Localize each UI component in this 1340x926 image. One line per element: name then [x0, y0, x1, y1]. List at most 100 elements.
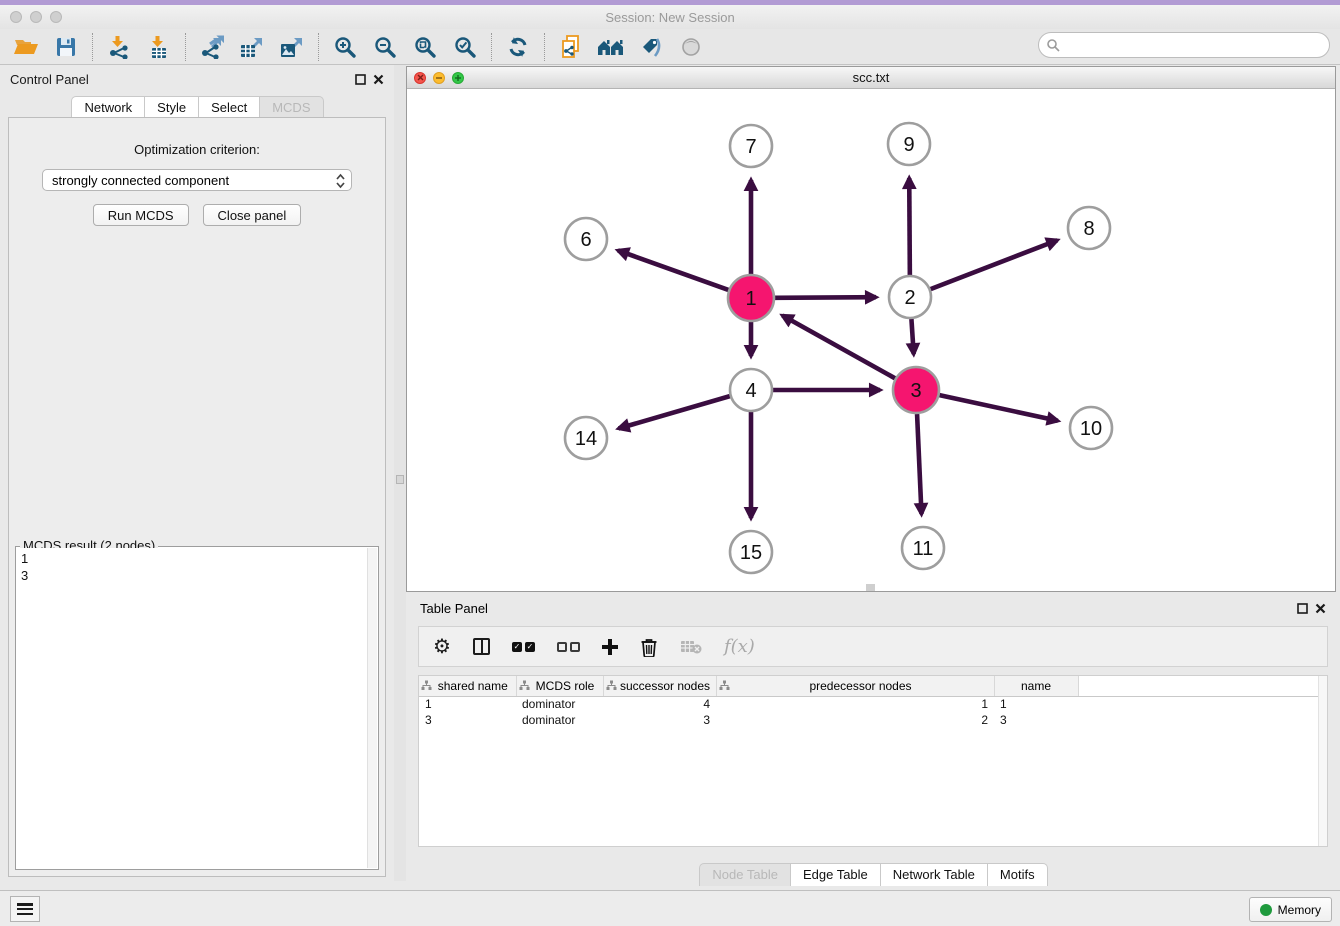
- network-canvas[interactable]: 1 2 3 4 6 7 8 9 10 11 14 15: [407, 89, 1335, 591]
- export-image-icon: [279, 35, 305, 59]
- memory-status-dot: [1260, 904, 1272, 916]
- graph-node-3[interactable]: 3: [893, 367, 939, 413]
- result-scrollbar[interactable]: [367, 548, 377, 868]
- close-table-panel-icon[interactable]: [1315, 603, 1326, 614]
- table-row[interactable]: 3dominator323: [419, 712, 1327, 728]
- graph-node-10[interactable]: 10: [1070, 407, 1112, 449]
- gear-icon[interactable]: ⚙: [433, 637, 451, 657]
- table-scrollbar[interactable]: [1318, 676, 1327, 846]
- graph-node-4[interactable]: 4: [730, 369, 772, 411]
- column-header-successor-nodes[interactable]: successor nodes: [603, 676, 716, 696]
- svg-text:15: 15: [740, 542, 762, 564]
- graph-node-1[interactable]: 1: [728, 275, 774, 321]
- graph-node-7[interactable]: 7: [730, 125, 772, 167]
- add-icon[interactable]: [602, 639, 618, 655]
- splitter-handle[interactable]: [396, 475, 404, 484]
- run-mcds-button[interactable]: Run MCDS: [93, 204, 189, 226]
- zoom-out-button[interactable]: [365, 31, 405, 63]
- network-view-window: scc.txt 1 2 3 4 6 7 8 9 10 11 14 15: [406, 66, 1336, 592]
- show-hide-details-button[interactable]: [671, 31, 711, 63]
- zoom-in-button[interactable]: [325, 31, 365, 63]
- column-header-shared-name[interactable]: shared name: [419, 676, 516, 696]
- close-panel-icon[interactable]: [373, 74, 384, 85]
- table-cell[interactable]: 4: [603, 696, 716, 712]
- table-cell[interactable]: 1: [994, 696, 1078, 712]
- graph-edge-2-9[interactable]: [909, 178, 910, 275]
- graph-node-9[interactable]: 9: [888, 123, 930, 165]
- table-cell[interactable]: 3: [603, 712, 716, 728]
- memory-label: Memory: [1278, 903, 1321, 917]
- float-panel-icon[interactable]: [355, 74, 366, 85]
- first-neighbors-button[interactable]: [591, 31, 631, 63]
- apply-layout-button[interactable]: [498, 31, 538, 63]
- table-cell[interactable]: 1: [419, 696, 516, 712]
- tab-mcds[interactable]: MCDS: [259, 96, 323, 119]
- export-image-button[interactable]: [272, 31, 312, 63]
- import-network-button[interactable]: [99, 31, 139, 63]
- graph-edge-2-8[interactable]: [931, 240, 1058, 289]
- graph-edge-2-3[interactable]: [911, 319, 913, 354]
- table-panel-header: Table Panel: [406, 595, 1340, 622]
- graph-node-11[interactable]: 11: [902, 527, 944, 569]
- network-resize-handle[interactable]: [866, 584, 875, 591]
- close-panel-button[interactable]: Close panel: [203, 204, 302, 226]
- table-cell[interactable]: 3: [419, 712, 516, 728]
- graph-node-2[interactable]: 2: [889, 276, 931, 318]
- status-bar: Memory: [0, 890, 1340, 926]
- graph-edge-3-1[interactable]: [782, 316, 895, 379]
- column-header-predecessor-nodes[interactable]: predecessor nodes: [716, 676, 994, 696]
- table-header-row: shared nameMCDS rolesuccessor nodesprede…: [419, 676, 1327, 696]
- table-panel: Table Panel ⚙ ✓✓: [406, 595, 1340, 890]
- graph-edge-4-14[interactable]: [619, 396, 730, 428]
- table-cell[interactable]: dominator: [516, 712, 603, 728]
- network-window-title: scc.txt: [407, 70, 1335, 85]
- graph-node-8[interactable]: 8: [1068, 207, 1110, 249]
- tab-network-table[interactable]: Network Table: [880, 863, 988, 886]
- task-history-button[interactable]: [10, 896, 40, 922]
- hide-graphics-button[interactable]: [631, 31, 671, 63]
- tab-style[interactable]: Style: [144, 96, 199, 119]
- table-cell[interactable]: 2: [716, 712, 994, 728]
- memory-button[interactable]: Memory: [1249, 897, 1332, 922]
- table-cell[interactable]: 1: [716, 696, 994, 712]
- export-network-button[interactable]: [192, 31, 232, 63]
- graph-node-15[interactable]: 15: [730, 531, 772, 573]
- table-cell[interactable]: dominator: [516, 696, 603, 712]
- graph-node-6[interactable]: 6: [565, 218, 607, 260]
- tab-network[interactable]: Network: [71, 96, 145, 119]
- graph-edge-3-11[interactable]: [917, 414, 921, 514]
- optimization-criterion-dropdown[interactable]: strongly connected component: [42, 169, 352, 191]
- column-header-MCDS-role[interactable]: MCDS role: [516, 676, 603, 696]
- tab-select[interactable]: Select: [198, 96, 260, 119]
- columns-icon[interactable]: [473, 638, 490, 655]
- graph-edge-3-10[interactable]: [939, 395, 1057, 421]
- zoom-fit-button[interactable]: [405, 31, 445, 63]
- dropdown-value: strongly connected component: [52, 173, 229, 188]
- tab-node-table[interactable]: Node Table: [699, 863, 791, 886]
- graph-edge-1-6[interactable]: [618, 250, 728, 289]
- search-input[interactable]: [1038, 32, 1330, 58]
- graph-edge-1-2[interactable]: [775, 297, 876, 298]
- vertical-splitter[interactable]: [394, 65, 406, 881]
- open-session-button[interactable]: [6, 31, 46, 63]
- tab-edge-table[interactable]: Edge Table: [790, 863, 881, 886]
- graph-node-14[interactable]: 14: [565, 417, 607, 459]
- copy-network-icon: [558, 34, 584, 60]
- delete-table-icon[interactable]: [680, 639, 702, 655]
- trash-icon[interactable]: [640, 637, 658, 657]
- table-row[interactable]: 1dominator411: [419, 696, 1327, 712]
- tab-motifs[interactable]: Motifs: [987, 863, 1048, 886]
- network-window-titlebar: scc.txt: [407, 67, 1335, 89]
- select-all-icon[interactable]: ✓✓: [512, 642, 535, 652]
- layout-refresh-icon: [506, 35, 530, 59]
- export-table-button[interactable]: [232, 31, 272, 63]
- copy-network-button[interactable]: [551, 31, 591, 63]
- table-cell[interactable]: 3: [994, 712, 1078, 728]
- float-table-panel-icon[interactable]: [1297, 603, 1308, 614]
- column-header-name[interactable]: name: [994, 676, 1078, 696]
- zoom-selected-button[interactable]: [445, 31, 485, 63]
- import-table-button[interactable]: [139, 31, 179, 63]
- deselect-all-icon[interactable]: [557, 642, 580, 652]
- mcds-result-text[interactable]: 1 3: [17, 548, 367, 868]
- save-session-button[interactable]: [46, 31, 86, 63]
